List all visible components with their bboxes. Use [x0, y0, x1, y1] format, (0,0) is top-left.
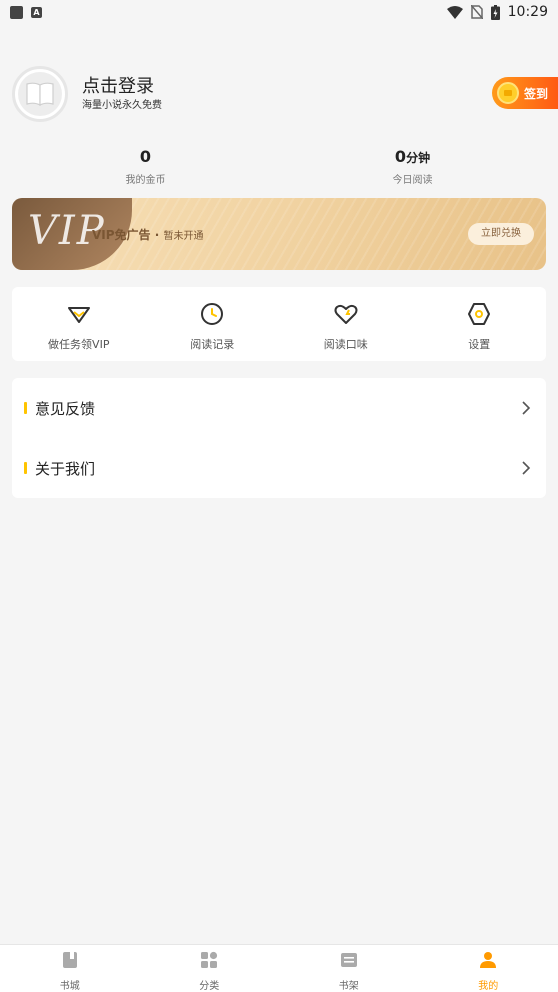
- signin-label: 签到: [524, 86, 549, 101]
- chevron-right-icon: [522, 461, 531, 475]
- stat-value: 0分钟: [394, 147, 431, 166]
- vip-banner[interactable]: VIP VIP免广告 · 暂未开通 立即兑换: [12, 198, 546, 270]
- profile-header[interactable]: 点击登录 海量小说永久免费 签到: [12, 66, 558, 122]
- login-subtitle: 海量小说永久免费: [82, 100, 162, 111]
- quick-item-settings[interactable]: 设置: [413, 287, 547, 361]
- list-label: 关于我们: [35, 459, 96, 478]
- list-item-about[interactable]: 关于我们: [12, 438, 546, 498]
- book-avatar-icon: [26, 82, 54, 106]
- heart-icon: [334, 304, 358, 324]
- nav-label: 分类: [199, 981, 220, 992]
- redeem-button[interactable]: 立即兑换: [468, 223, 534, 245]
- book-icon: [62, 952, 77, 968]
- clock-icon: [201, 303, 224, 325]
- list-item-feedback[interactable]: 意见反馈: [12, 378, 546, 438]
- bookshelf-icon: [340, 953, 357, 967]
- vip-text: VIP免广告 · 暂未开通: [92, 228, 204, 242]
- quick-menu: 做任务领VIP 阅读记录 阅读口味 设置: [12, 287, 546, 361]
- quick-item-taste[interactable]: 阅读口味: [279, 287, 413, 361]
- quick-item-task-vip[interactable]: 做任务领VIP: [12, 287, 146, 361]
- list-marker: [24, 462, 27, 474]
- quick-item-history[interactable]: 阅读记录: [146, 287, 280, 361]
- settings-list: 意见反馈 关于我们: [12, 378, 546, 498]
- status-bar: A 10:29: [0, 0, 558, 24]
- settings-hexagon-icon: [468, 303, 491, 325]
- login-title[interactable]: 点击登录: [82, 72, 154, 98]
- stats-row: 0 我的金币 0分钟 今日阅读: [12, 146, 546, 186]
- status-time: 10:29: [507, 4, 548, 20]
- stat-reading-time[interactable]: 0分钟 今日阅读: [279, 146, 546, 186]
- no-sim-icon: [470, 5, 483, 19]
- square-icon: [10, 5, 23, 19]
- stat-label: 我的金币: [125, 175, 166, 186]
- a-icon: A: [31, 6, 42, 18]
- bottom-nav: 书城 分类 书架 我的: [0, 944, 558, 992]
- nav-label: 书城: [59, 981, 80, 992]
- quick-label: 做任务领VIP: [48, 338, 110, 351]
- user-icon: [480, 952, 497, 968]
- nav-category[interactable]: 分类: [140, 945, 280, 992]
- stat-label: 今日阅读: [392, 175, 433, 186]
- nav-label: 我的: [478, 981, 499, 992]
- nav-bookstore[interactable]: 书城: [0, 945, 140, 992]
- nav-label: 书架: [338, 981, 359, 992]
- nav-mine[interactable]: 我的: [419, 945, 558, 992]
- status-right: 10:29: [446, 4, 548, 20]
- avatar-inner: [18, 72, 62, 116]
- grid-icon: [201, 951, 218, 968]
- list-marker: [24, 402, 27, 414]
- chevron-right-icon: [522, 401, 531, 415]
- stat-coins[interactable]: 0 我的金币: [12, 146, 279, 186]
- diamond-icon: [67, 307, 90, 323]
- battery-charging-icon: [490, 4, 500, 20]
- vip-status: 暂未开通: [163, 231, 204, 242]
- status-left: A: [10, 5, 42, 19]
- list-label: 意见反馈: [35, 399, 96, 418]
- quick-label: 设置: [468, 338, 491, 351]
- avatar[interactable]: [12, 66, 68, 122]
- nav-bookshelf[interactable]: 书架: [279, 945, 419, 992]
- stat-value: 0: [139, 147, 152, 166]
- quick-label: 阅读口味: [323, 338, 368, 351]
- signin-button[interactable]: 签到: [492, 77, 558, 109]
- wifi-icon: [446, 5, 463, 19]
- quick-label: 阅读记录: [190, 338, 235, 351]
- coin-icon: [497, 82, 519, 104]
